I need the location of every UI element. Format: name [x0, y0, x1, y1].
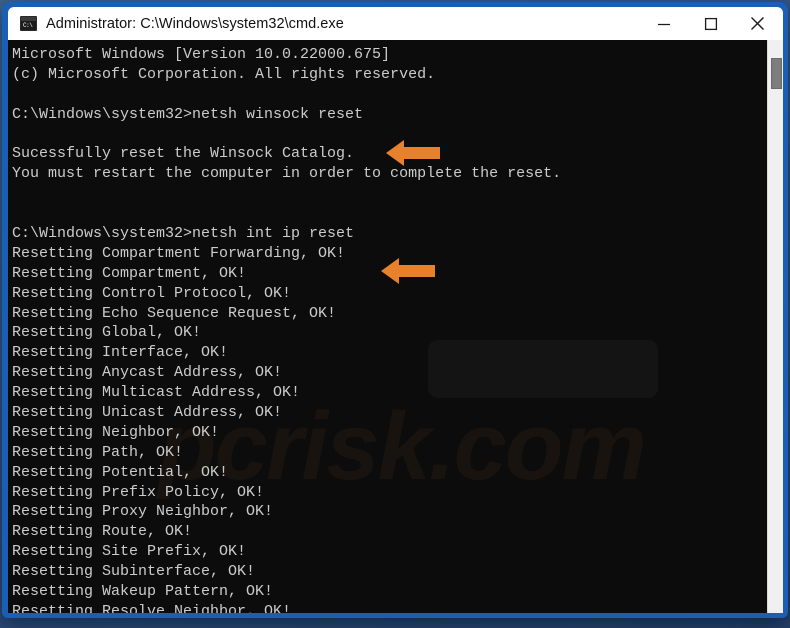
console-text-buffer: Microsoft Windows [Version 10.0.22000.67… [8, 40, 767, 613]
console-line: Resetting Neighbor, OK! [12, 423, 220, 441]
console-line: Resetting Compartment Forwarding, OK! [12, 244, 346, 262]
console-line: Resetting Prefix Policy, OK! [12, 483, 265, 501]
console-line: Microsoft Windows [Version 10.0.22000.67… [12, 46, 391, 63]
window-title-bar[interactable]: C:\ Administrator: C:\Windows\system32\c… [8, 7, 783, 40]
console-line: Sucessfully reset the Winsock Catalog. [12, 145, 355, 163]
console-line: Resetting Wakeup Pattern, OK! [12, 583, 274, 601]
console-line: Resetting Site Prefix, OK! [12, 543, 247, 561]
console-line: Resetting Compartment, OK! [12, 264, 247, 282]
console-line: Resetting Anycast Address, OK! [12, 364, 283, 382]
console-scrollbar[interactable] [767, 40, 783, 613]
command-prompt-window: C:\ Administrator: C:\Windows\system32\c… [2, 2, 788, 618]
window-title-text: Administrator: C:\Windows\system32\cmd.e… [46, 15, 344, 32]
console-line: Resetting Route, OK! [12, 523, 193, 541]
console-line: Resetting Control Protocol, OK! [12, 284, 292, 302]
console-line: Resetting Path, OK! [12, 443, 184, 461]
console-line: Resetting Echo Sequence Request, OK! [12, 304, 337, 322]
console-line: Resetting Multicast Address, OK! [12, 384, 301, 402]
console-line: Resetting Unicast Address, OK! [12, 404, 283, 422]
console-output-area[interactable]: pcrisk.com Microsoft Windows [Version 10… [8, 40, 783, 613]
cmd-console-icon: C:\ [20, 16, 37, 31]
console-line: Resetting Resolve Neighbor, OK! [12, 602, 292, 613]
console-line: C:\Windows\system32>netsh winsock reset [12, 105, 364, 123]
console-line: C:\Windows\system32>netsh int ip reset [12, 225, 355, 243]
console-line: (c) Microsoft Corporation. All rights re… [12, 65, 436, 83]
console-line: Resetting Global, OK! [12, 324, 202, 342]
console-line: Resetting Subinterface, OK! [12, 563, 256, 581]
console-line: Resetting Proxy Neighbor, OK! [12, 503, 274, 521]
console-line: Resetting Interface, OK! [12, 344, 229, 362]
cmd-icon-prompt-glyph: C:\ [23, 22, 33, 29]
console-scrollbar-thumb[interactable] [771, 58, 782, 89]
close-button[interactable] [734, 7, 781, 40]
console-line: Resetting Potential, OK! [12, 463, 229, 481]
maximize-button[interactable] [687, 7, 734, 40]
console-line: You must restart the computer in order t… [12, 165, 562, 183]
minimize-button[interactable] [640, 7, 687, 40]
